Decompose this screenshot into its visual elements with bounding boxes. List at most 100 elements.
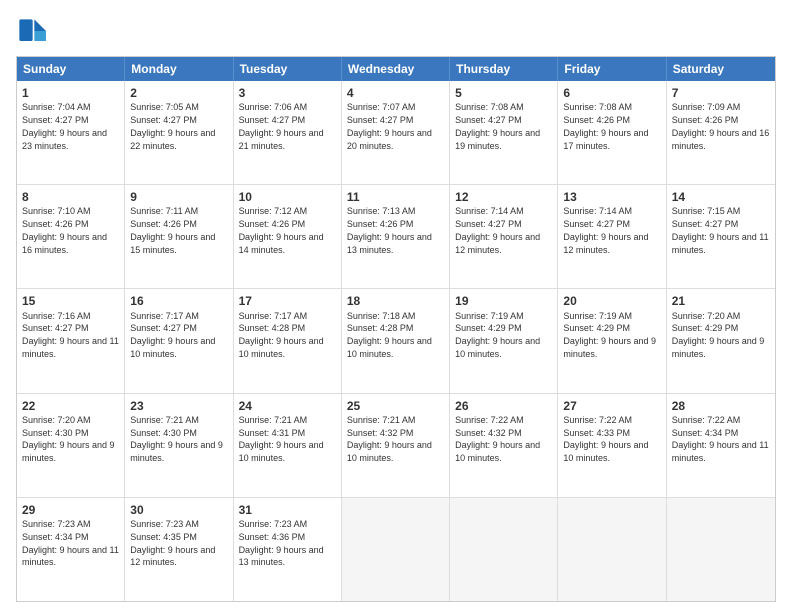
calendar-day-25: 25Sunrise: 7:21 AM Sunset: 4:32 PM Dayli… xyxy=(342,394,450,497)
calendar-day-15: 15 Sunrise: 7:16 AM Sunset: 4:27 PM Dayli… xyxy=(17,289,125,392)
weekday-header-sunday: Sunday xyxy=(17,57,125,81)
day-info: Sunrise: 7:07 AM Sunset: 4:27 PM Dayligh… xyxy=(347,102,432,150)
day-number: 18 xyxy=(347,293,444,309)
calendar-day-24: 24Sunrise: 7:21 AM Sunset: 4:31 PM Dayli… xyxy=(234,394,342,497)
calendar-day-20: 20 Sunrise: 7:19 AM Sunset: 4:29 PM Dayli… xyxy=(558,289,666,392)
day-number: 6 xyxy=(563,85,660,101)
day-number: 24 xyxy=(239,398,336,414)
day-info: Sunrise: 7:21 AM Sunset: 4:32 PM Dayligh… xyxy=(347,415,432,463)
day-number: 3 xyxy=(239,85,336,101)
day-info: Sunrise: 7:14 AM Sunset: 4:27 PM Dayligh… xyxy=(455,206,540,254)
day-info: Sunrise: 7:23 AM Sunset: 4:34 PM Dayligh… xyxy=(22,519,119,567)
weekday-header-monday: Monday xyxy=(125,57,233,81)
day-number: 2 xyxy=(130,85,227,101)
calendar-day-8: 8Sunrise: 7:10 AM Sunset: 4:26 PM Daylig… xyxy=(17,185,125,288)
day-number: 13 xyxy=(563,189,660,205)
day-number: 10 xyxy=(239,189,336,205)
day-info: Sunrise: 7:11 AM Sunset: 4:26 PM Dayligh… xyxy=(130,206,215,254)
calendar-day-19: 19 Sunrise: 7:19 AM Sunset: 4:29 PM Dayli… xyxy=(450,289,558,392)
calendar-empty-cell xyxy=(342,498,450,601)
day-info: Sunrise: 7:16 AM Sunset: 4:27 PM Dayligh… xyxy=(22,311,119,359)
day-number: 14 xyxy=(672,189,770,205)
day-number: 17 xyxy=(239,293,336,309)
day-number: 21 xyxy=(672,293,770,309)
day-number: 15 xyxy=(22,293,119,309)
calendar-day-4: 4Sunrise: 7:07 AM Sunset: 4:27 PM Daylig… xyxy=(342,81,450,184)
day-number: 31 xyxy=(239,502,336,518)
day-number: 5 xyxy=(455,85,552,101)
calendar-empty-cell xyxy=(450,498,558,601)
calendar-day-21: 21 Sunrise: 7:20 AM Sunset: 4:29 PM Dayli… xyxy=(667,289,775,392)
calendar-day-14: 14Sunrise: 7:15 AM Sunset: 4:27 PM Dayli… xyxy=(667,185,775,288)
weekday-header-friday: Friday xyxy=(558,57,666,81)
calendar-day-17: 17Sunrise: 7:17 AM Sunset: 4:28 PM Dayli… xyxy=(234,289,342,392)
calendar-day-26: 26Sunrise: 7:22 AM Sunset: 4:32 PM Dayli… xyxy=(450,394,558,497)
day-info: Sunrise: 7:14 AM Sunset: 4:27 PM Dayligh… xyxy=(563,206,648,254)
day-info: Sunrise: 7:18 AM Sunset: 4:28 PM Dayligh… xyxy=(347,311,432,359)
calendar-empty-cell xyxy=(667,498,775,601)
calendar-day-18: 18 Sunrise: 7:18 AM Sunset: 4:28 PM Dayli… xyxy=(342,289,450,392)
day-info: Sunrise: 7:19 AM Sunset: 4:29 PM Dayligh… xyxy=(455,311,540,359)
calendar: SundayMondayTuesdayWednesdayThursdayFrid… xyxy=(16,56,776,602)
day-number: 25 xyxy=(347,398,444,414)
page: SundayMondayTuesdayWednesdayThursdayFrid… xyxy=(0,0,792,612)
calendar-day-27: 27Sunrise: 7:22 AM Sunset: 4:33 PM Dayli… xyxy=(558,394,666,497)
day-info: Sunrise: 7:17 AM Sunset: 4:27 PM Dayligh… xyxy=(130,311,215,359)
calendar-day-22: 22Sunrise: 7:20 AM Sunset: 4:30 PM Dayli… xyxy=(17,394,125,497)
day-number: 1 xyxy=(22,85,119,101)
day-number: 20 xyxy=(563,293,660,309)
header xyxy=(16,16,776,46)
day-info: Sunrise: 7:13 AM Sunset: 4:26 PM Dayligh… xyxy=(347,206,432,254)
day-info: Sunrise: 7:08 AM Sunset: 4:26 PM Dayligh… xyxy=(563,102,648,150)
day-number: 9 xyxy=(130,189,227,205)
calendar-day-16: 16 Sunrise: 7:17 AM Sunset: 4:27 PM Dayli… xyxy=(125,289,233,392)
day-info: Sunrise: 7:23 AM Sunset: 4:36 PM Dayligh… xyxy=(239,519,324,567)
calendar-day-23: 23Sunrise: 7:21 AM Sunset: 4:30 PM Dayli… xyxy=(125,394,233,497)
calendar-header: SundayMondayTuesdayWednesdayThursdayFrid… xyxy=(17,57,775,81)
day-number: 8 xyxy=(22,189,119,205)
day-number: 27 xyxy=(563,398,660,414)
day-number: 19 xyxy=(455,293,552,309)
calendar-row-2: 8Sunrise: 7:10 AM Sunset: 4:26 PM Daylig… xyxy=(17,184,775,288)
calendar-row-5: 29Sunrise: 7:23 AM Sunset: 4:34 PM Dayli… xyxy=(17,497,775,601)
day-info: Sunrise: 7:20 AM Sunset: 4:30 PM Dayligh… xyxy=(22,415,115,463)
day-info: Sunrise: 7:08 AM Sunset: 4:27 PM Dayligh… xyxy=(455,102,540,150)
day-info: Sunrise: 7:22 AM Sunset: 4:34 PM Dayligh… xyxy=(672,415,769,463)
day-info: Sunrise: 7:09 AM Sunset: 4:26 PM Dayligh… xyxy=(672,102,770,150)
calendar-row-4: 22Sunrise: 7:20 AM Sunset: 4:30 PM Dayli… xyxy=(17,393,775,497)
calendar-day-7: 7Sunrise: 7:09 AM Sunset: 4:26 PM Daylig… xyxy=(667,81,775,184)
calendar-empty-cell xyxy=(558,498,666,601)
day-number: 22 xyxy=(22,398,119,414)
day-number: 7 xyxy=(672,85,770,101)
day-number: 16 xyxy=(130,293,227,309)
calendar-day-11: 11Sunrise: 7:13 AM Sunset: 4:26 PM Dayli… xyxy=(342,185,450,288)
day-number: 12 xyxy=(455,189,552,205)
weekday-header-tuesday: Tuesday xyxy=(234,57,342,81)
calendar-day-6: 6Sunrise: 7:08 AM Sunset: 4:26 PM Daylig… xyxy=(558,81,666,184)
weekday-header-saturday: Saturday xyxy=(667,57,775,81)
day-info: Sunrise: 7:23 AM Sunset: 4:35 PM Dayligh… xyxy=(130,519,215,567)
day-info: Sunrise: 7:15 AM Sunset: 4:27 PM Dayligh… xyxy=(672,206,769,254)
calendar-day-28: 28Sunrise: 7:22 AM Sunset: 4:34 PM Dayli… xyxy=(667,394,775,497)
day-info: Sunrise: 7:20 AM Sunset: 4:29 PM Dayligh… xyxy=(672,311,765,359)
day-number: 30 xyxy=(130,502,227,518)
logo-icon xyxy=(16,16,46,46)
day-info: Sunrise: 7:22 AM Sunset: 4:33 PM Dayligh… xyxy=(563,415,648,463)
day-number: 4 xyxy=(347,85,444,101)
calendar-day-9: 9Sunrise: 7:11 AM Sunset: 4:26 PM Daylig… xyxy=(125,185,233,288)
calendar-day-10: 10Sunrise: 7:12 AM Sunset: 4:26 PM Dayli… xyxy=(234,185,342,288)
day-info: Sunrise: 7:22 AM Sunset: 4:32 PM Dayligh… xyxy=(455,415,540,463)
day-info: Sunrise: 7:05 AM Sunset: 4:27 PM Dayligh… xyxy=(130,102,215,150)
day-number: 28 xyxy=(672,398,770,414)
calendar-body: 1Sunrise: 7:04 AM Sunset: 4:27 PM Daylig… xyxy=(17,81,775,601)
day-info: Sunrise: 7:19 AM Sunset: 4:29 PM Dayligh… xyxy=(563,311,656,359)
calendar-day-1: 1Sunrise: 7:04 AM Sunset: 4:27 PM Daylig… xyxy=(17,81,125,184)
calendar-row-1: 1Sunrise: 7:04 AM Sunset: 4:27 PM Daylig… xyxy=(17,81,775,184)
day-info: Sunrise: 7:06 AM Sunset: 4:27 PM Dayligh… xyxy=(239,102,324,150)
calendar-day-31: 31Sunrise: 7:23 AM Sunset: 4:36 PM Dayli… xyxy=(234,498,342,601)
calendar-day-13: 13Sunrise: 7:14 AM Sunset: 4:27 PM Dayli… xyxy=(558,185,666,288)
calendar-day-30: 30Sunrise: 7:23 AM Sunset: 4:35 PM Dayli… xyxy=(125,498,233,601)
calendar-row-3: 15 Sunrise: 7:16 AM Sunset: 4:27 PM Dayli… xyxy=(17,288,775,392)
calendar-day-2: 2Sunrise: 7:05 AM Sunset: 4:27 PM Daylig… xyxy=(125,81,233,184)
day-info: Sunrise: 7:21 AM Sunset: 4:30 PM Dayligh… xyxy=(130,415,223,463)
